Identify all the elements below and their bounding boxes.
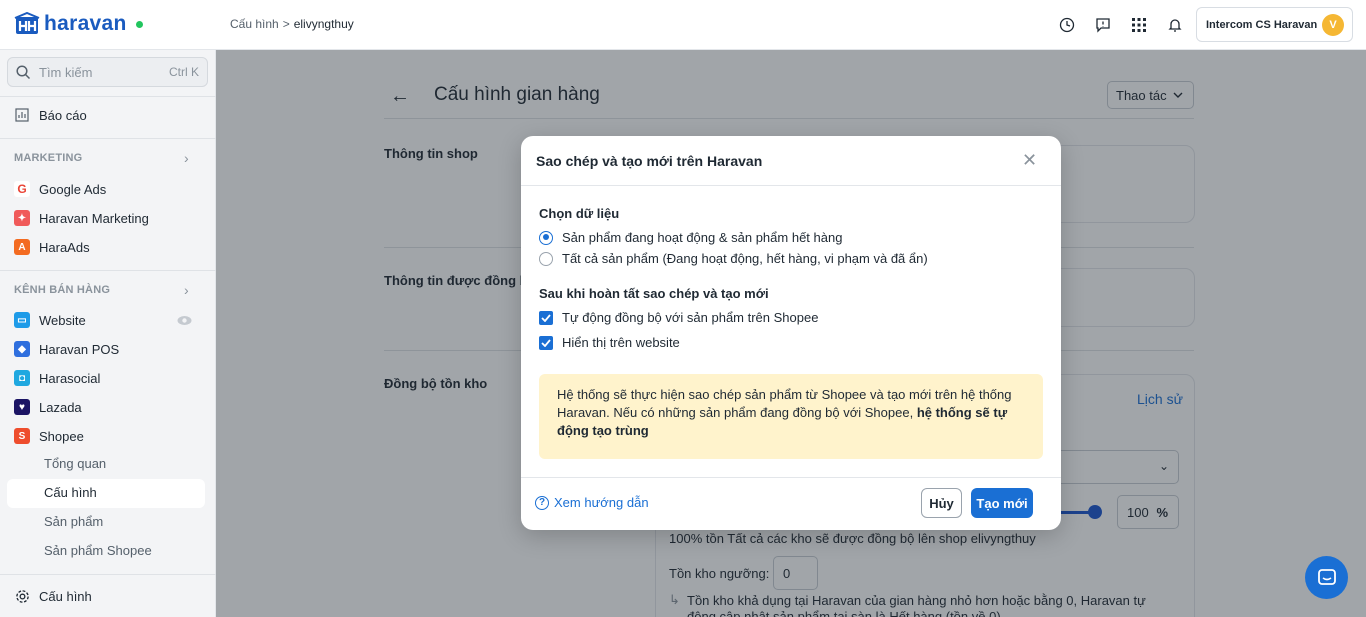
- breadcrumb: Cấu hình > elivyngthuy: [230, 17, 354, 31]
- chart-icon: [14, 107, 30, 123]
- sidebar-subitem-shopee-products[interactable]: Sản phẩm Shopee: [44, 543, 152, 558]
- divider: [0, 270, 216, 271]
- search-input[interactable]: Tìm kiếm Ctrl K: [7, 57, 208, 87]
- sidebar-item-label: Google Ads: [39, 181, 107, 197]
- sidebar-item-harasocial[interactable]: ◘ Harasocial: [14, 370, 100, 386]
- copy-create-modal: Sao chép và tạo mới trên Haravan ✕ Chọn …: [521, 136, 1061, 530]
- apps-grid-icon[interactable]: [1130, 16, 1148, 34]
- clock-dollar-icon[interactable]: [1058, 16, 1076, 34]
- radio-label: Tất cả sản phẩm (Đang hoạt động, hết hàn…: [562, 251, 928, 266]
- sidebar-subitem-products[interactable]: Sản phẩm: [44, 514, 103, 529]
- breadcrumb-separator: >: [282, 17, 290, 31]
- sidebar-subitem-settings[interactable]: Cấu hình: [44, 485, 97, 500]
- question-icon: ?: [535, 495, 549, 510]
- radio-active-out-of-stock[interactable]: Sản phẩm đang hoạt động & sản phẩm hết h…: [539, 230, 842, 245]
- gear-icon: [14, 588, 30, 604]
- sidebar-item-lazada[interactable]: ♥ Lazada: [14, 399, 82, 415]
- chevron-right-icon[interactable]: ›: [184, 282, 189, 298]
- close-icon[interactable]: ✕: [1022, 151, 1037, 169]
- help-link-label: Xem hướng dẫn: [554, 495, 649, 510]
- sidebar-item-shopee[interactable]: S Shopee: [14, 428, 84, 444]
- pos-icon: ◆: [14, 341, 30, 357]
- sidebar-item-haravan-marketing[interactable]: ✦ Haravan Marketing: [14, 210, 149, 226]
- create-button[interactable]: Tạo mới: [971, 488, 1033, 518]
- search-icon: [16, 64, 31, 79]
- checkbox-checked[interactable]: [539, 310, 553, 325]
- sidebar-item-label: Website: [39, 312, 86, 328]
- sidebar-item-settings[interactable]: Cấu hình: [14, 588, 92, 604]
- google-icon: G: [14, 181, 30, 197]
- checkbox-auto-sync[interactable]: Tự động đồng bộ với sản phẩm trên Shopee: [539, 310, 818, 325]
- account-menu[interactable]: Intercom CS Haravan V: [1196, 7, 1353, 42]
- sidebar-subitem-active-bg: [7, 479, 205, 508]
- marketing-icon: ✦: [14, 210, 30, 226]
- haravan-logo-icon: [14, 12, 40, 34]
- online-dot: [135, 20, 143, 28]
- sidebar-item-label: Shopee: [39, 428, 84, 444]
- top-icons: [1058, 16, 1184, 34]
- sidebar: Tìm kiếm Ctrl K Báo cáo MARKETING › G Go…: [0, 50, 216, 617]
- brand-name: haravan: [44, 12, 127, 35]
- sidebar-item-label: Harasocial: [39, 370, 101, 386]
- divider: [0, 574, 216, 575]
- avatar: V: [1322, 14, 1344, 36]
- marketing-section-title: MARKETING: [14, 152, 83, 164]
- sidebar-item-google-ads[interactable]: G Google Ads: [14, 181, 106, 197]
- account-name: Intercom CS Haravan: [1206, 18, 1318, 31]
- haravan-logo[interactable]: haravan: [14, 12, 143, 36]
- sidebar-item-label: Cấu hình: [39, 588, 92, 604]
- checkbox-show-website[interactable]: Hiển thị trên website: [539, 335, 680, 350]
- harasocial-icon: ◘: [14, 370, 30, 386]
- sidebar-item-report[interactable]: Báo cáo: [14, 107, 87, 123]
- radio-label: Sản phẩm đang hoạt động & sản phẩm hết h…: [562, 230, 843, 245]
- checkbox-label: Hiển thị trên website: [562, 335, 680, 350]
- radio-button[interactable]: [539, 251, 553, 266]
- sidebar-item-label: Lazada: [39, 399, 82, 415]
- radio-button-checked[interactable]: [539, 230, 553, 245]
- chat-launcher-button[interactable]: [1305, 556, 1348, 599]
- modal-title: Sao chép và tạo mới trên Haravan: [536, 153, 763, 169]
- modal-footer-divider: [521, 477, 1061, 478]
- lazada-icon: ♥: [14, 399, 30, 415]
- sidebar-item-label: Haravan Marketing: [39, 210, 149, 226]
- warning-notice: Hệ thống sẽ thực hiện sao chép sản phẩm …: [539, 374, 1043, 459]
- divider: [0, 96, 216, 97]
- haraads-icon: A: [14, 239, 30, 255]
- help-link[interactable]: ? Xem hướng dẫn: [535, 495, 649, 510]
- search-shortcut: Ctrl K: [169, 65, 199, 79]
- sidebar-item-website[interactable]: ▭ Website: [14, 312, 86, 328]
- sidebar-subitem-overview[interactable]: Tổng quan: [44, 456, 106, 471]
- modal-header: Sao chép và tạo mới trên Haravan ✕: [521, 136, 1061, 186]
- search-placeholder: Tìm kiếm: [39, 64, 93, 80]
- sidebar-item-haravan-pos[interactable]: ◆ Haravan POS: [14, 341, 119, 357]
- after-complete-label: Sau khi hoàn tất sao chép và tạo mới: [539, 286, 769, 301]
- top-bar: haravan Cấu hình > elivyngthuy Intercom …: [0, 0, 1366, 50]
- eye-icon[interactable]: [177, 315, 192, 326]
- website-icon: ▭: [14, 312, 30, 328]
- channels-section-title: KÊNH BÁN HÀNG: [14, 284, 111, 296]
- cancel-button[interactable]: Hủy: [921, 488, 962, 518]
- checkbox-checked[interactable]: [539, 335, 553, 350]
- chat-icon[interactable]: [1094, 16, 1112, 34]
- sidebar-item-haraads[interactable]: A HaraAds: [14, 239, 90, 255]
- chat-bubble-icon: [1317, 568, 1336, 585]
- breadcrumb-current: elivyngthuy: [293, 17, 354, 31]
- radio-all-products[interactable]: Tất cả sản phẩm (Đang hoạt động, hết hàn…: [539, 251, 928, 266]
- bell-icon[interactable]: [1166, 16, 1184, 34]
- checkbox-label: Tự động đồng bộ với sản phẩm trên Shopee: [562, 310, 819, 325]
- breadcrumb-parent[interactable]: Cấu hình: [230, 17, 279, 31]
- shopee-icon: S: [14, 428, 30, 444]
- data-choice-label: Chọn dữ liệu: [539, 206, 620, 221]
- chevron-right-icon[interactable]: ›: [184, 150, 189, 166]
- divider: [0, 138, 216, 139]
- sidebar-item-label: Haravan POS: [39, 341, 120, 357]
- sidebar-item-label: HaraAds: [39, 239, 90, 255]
- sidebar-item-label: Báo cáo: [39, 107, 87, 123]
